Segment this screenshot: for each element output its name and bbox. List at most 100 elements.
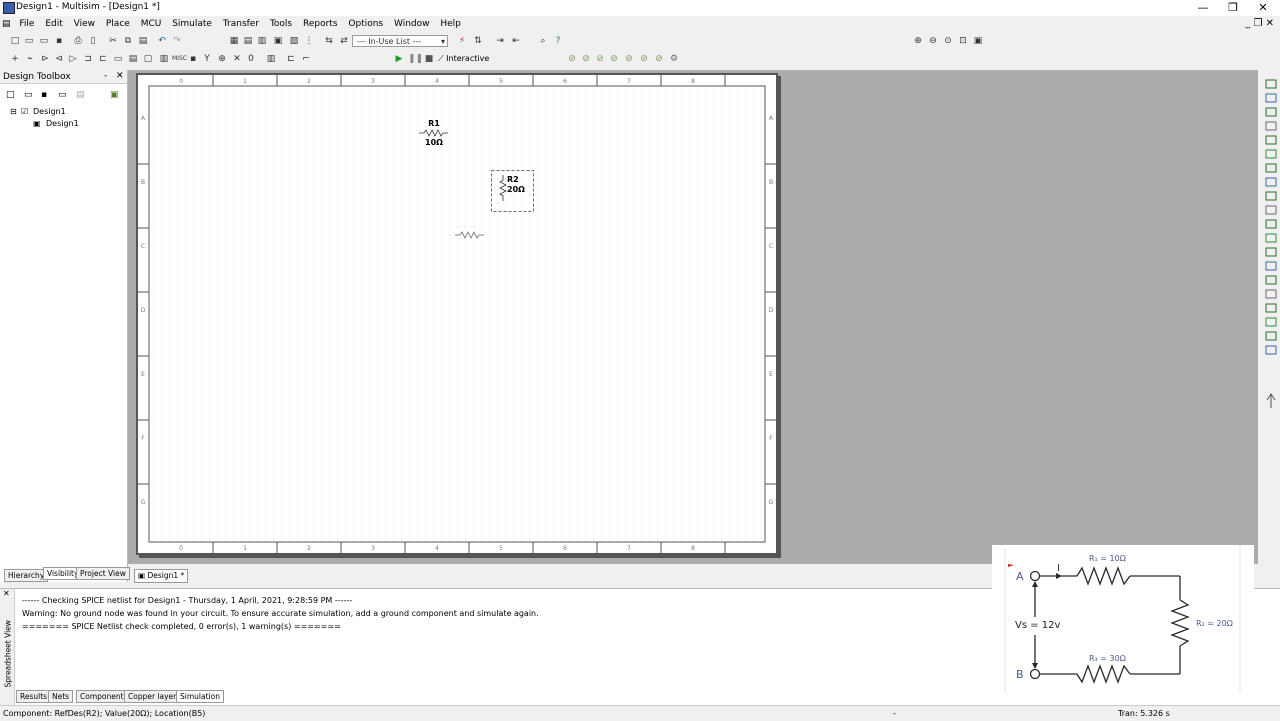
instrument-icon[interactable] [1265, 149, 1277, 159]
mixed-icon[interactable]: ▤ [127, 53, 139, 65]
replace-icon[interactable]: ⇄ [338, 35, 350, 47]
delete-design-icon[interactable]: ▤ [76, 90, 85, 100]
cut-icon[interactable]: ✂ [107, 35, 119, 47]
instrument-icon[interactable] [1265, 219, 1277, 229]
probe-voltage-icon[interactable]: ⊘ [566, 53, 578, 65]
instrument-icon[interactable] [1265, 303, 1277, 313]
run-simulation-icon[interactable]: ▶ [393, 53, 405, 65]
probe-power-icon[interactable]: ⊘ [594, 53, 606, 65]
mcu-icon[interactable]: ▥ [265, 53, 277, 65]
close-design-icon[interactable]: ▭ [58, 90, 67, 100]
copy-icon[interactable]: ⧉ [122, 35, 134, 47]
schematic-sheet[interactable]: 0 0 1 1 2 2 3 3 4 4 5 5 6 6 7 7 8 8 A A B B C C D D E E F F G G R1 10Ω R2 2… [136, 73, 778, 555]
power-icon[interactable]: ▥ [158, 53, 170, 65]
instrument-icon[interactable] [1265, 275, 1277, 285]
layer-settings-icon[interactable]: ▣ [110, 90, 119, 100]
ratsnest-icon[interactable]: ⇅ [472, 35, 484, 47]
instrument-icon[interactable] [1265, 121, 1277, 131]
tree-item-design-sheet[interactable]: Design1 [46, 119, 79, 128]
instrument-icon[interactable] [1265, 331, 1277, 341]
menu-window[interactable]: Window [390, 16, 434, 32]
find-examples-icon[interactable]: ⌕ [537, 35, 549, 47]
probe-instrument-icon[interactable] [1266, 393, 1276, 408]
close-icon[interactable]: ✕ [3, 589, 10, 598]
ni-components-icon[interactable]: ✕ [231, 53, 243, 65]
menu-tools[interactable]: Tools [266, 16, 296, 32]
full-screen-icon[interactable]: ▣ [972, 35, 984, 47]
electromechanical-icon[interactable]: ⊕ [216, 53, 228, 65]
rf-icon[interactable]: Y [201, 53, 213, 65]
instrument-icon[interactable] [1265, 93, 1277, 103]
instrument-icon[interactable] [1265, 317, 1277, 327]
menu-file[interactable]: File [15, 16, 38, 32]
instruments-icons[interactable] [1262, 78, 1280, 418]
tab-results[interactable]: Results [16, 690, 52, 703]
close-button[interactable]: ✕ [1246, 0, 1280, 16]
instrument-icon[interactable] [1265, 135, 1277, 145]
toggle-spreadsheet-icon[interactable]: ▥ [256, 35, 268, 47]
probe-differential-icon[interactable]: ⊘ [608, 53, 620, 65]
back-annotate-icon[interactable]: ⇤ [510, 35, 522, 47]
database-manager-icon[interactable]: ▣ [272, 35, 284, 47]
new-file-icon[interactable]: □ [9, 35, 21, 47]
in-use-list-select[interactable]: --- In-Use List --- ▾ [352, 35, 448, 47]
transistor-icon[interactable]: ⊲ [53, 53, 65, 65]
zoom-in-icon[interactable]: ⊕ [912, 35, 924, 47]
probe-reference-icon[interactable]: ⊘ [623, 53, 635, 65]
instrument-icon[interactable] [1265, 233, 1277, 243]
instrument-icon[interactable] [1265, 79, 1277, 89]
tree-item-design-root[interactable]: Design1 [33, 107, 66, 116]
advanced-peripherals-icon[interactable]: ▪ [187, 53, 199, 65]
schematic-canvas[interactable]: 0 0 1 1 2 2 3 3 4 4 5 5 6 6 7 7 8 8 A A B B C C D D E E F F G G R1 10Ω R22… [137, 74, 777, 554]
zoom-area-icon[interactable]: ⊙ [942, 35, 954, 47]
open-sample-icon[interactable]: ▭ [38, 35, 50, 47]
open-design-icon[interactable]: ▭ [24, 90, 33, 100]
mdi-doc-icon[interactable]: ▤ [0, 16, 13, 32]
menu-transfer[interactable]: Transfer [219, 16, 263, 32]
source-icon[interactable]: + [9, 53, 21, 65]
menu-view[interactable]: View [70, 16, 99, 32]
cmos-icon[interactable]: ⊏ [97, 53, 109, 65]
zoom-out-icon[interactable]: ⊖ [927, 35, 939, 47]
probe-voltage-current-icon[interactable]: ⊘ [653, 53, 665, 65]
tab-design1[interactable]: ▣ Design1 * [134, 569, 189, 583]
pause-simulation-icon[interactable]: ❚❚ [408, 53, 423, 65]
menu-reports[interactable]: Reports [299, 16, 342, 32]
probe-digital-icon[interactable]: ⊘ [638, 53, 650, 65]
redo-icon[interactable]: ↷ [171, 35, 183, 47]
hierarchy-icon[interactable]: ⇆ [323, 35, 335, 47]
help-icon[interactable]: ? [552, 35, 564, 47]
tree-expand-icon[interactable]: ⊟ [10, 107, 17, 116]
open-folder-icon[interactable]: ▭ [23, 35, 35, 47]
minimize-button[interactable]: — [1186, 0, 1220, 16]
probe-current-icon[interactable]: ⊘ [580, 53, 592, 65]
paste-icon[interactable]: ▤ [137, 35, 149, 47]
stop-simulation-icon[interactable]: ■ [423, 53, 435, 65]
print-preview-icon[interactable]: ▯ [87, 35, 99, 47]
instrument-icon[interactable] [1265, 177, 1277, 187]
interactive-mode-button[interactable]: ⟋ Interactive [438, 53, 489, 65]
ttl-icon[interactable]: ⊐ [82, 53, 94, 65]
probe-settings-gear-icon[interactable]: ⚙ [668, 53, 680, 65]
basic-icon[interactable]: ⌁ [24, 53, 36, 65]
undo-icon[interactable]: ↶ [156, 35, 168, 47]
restore-button[interactable]: ❐ [1216, 0, 1250, 16]
instrument-icon[interactable] [1265, 107, 1277, 117]
pin-icon[interactable]: - [104, 71, 107, 81]
instrument-icon[interactable] [1265, 163, 1277, 173]
close-icon[interactable]: ✕ [116, 71, 124, 81]
menu-mcu[interactable]: MCU [137, 16, 166, 32]
menu-help[interactable]: Help [436, 16, 465, 32]
diode-icon[interactable]: ⊳ [39, 53, 51, 65]
tab-hierarchy[interactable]: Hierarchy [4, 569, 49, 582]
save-design-icon[interactable]: ▪ [41, 90, 47, 100]
connector-icon[interactable]: 0 [245, 53, 257, 65]
instrument-icon[interactable] [1265, 261, 1277, 271]
print-icon[interactable]: ⎙ [72, 35, 84, 47]
zoom-sheet-icon[interactable]: ⊡ [957, 35, 969, 47]
menu-edit[interactable]: Edit [41, 16, 66, 32]
hierarchical-block-icon[interactable]: ⊏ [285, 53, 297, 65]
tab-nets[interactable]: Nets [48, 690, 74, 703]
new-design-icon[interactable]: □ [6, 90, 15, 100]
grapher-icon[interactable]: ▧ [288, 35, 300, 47]
